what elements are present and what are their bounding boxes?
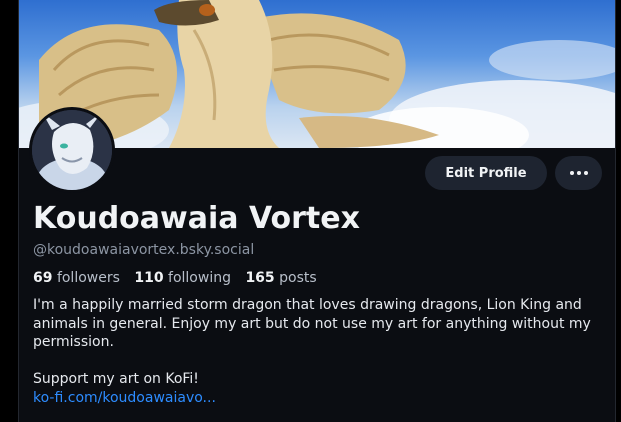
following-label: following — [168, 270, 231, 286]
edit-profile-button[interactable]: Edit Profile — [425, 156, 547, 190]
more-options-button[interactable] — [555, 156, 602, 190]
posts-stat: 165 posts — [245, 270, 316, 286]
bio-kofi-text: Support my art on KoFi! — [33, 371, 199, 387]
followers-stat[interactable]: 69 followers — [33, 270, 120, 286]
profile-stats: 69 followers 110 following 165 posts — [33, 270, 327, 286]
posts-label: posts — [279, 270, 317, 286]
bio-text: I'm a happily married storm dragon that … — [33, 297, 591, 350]
profile-panel: Edit Profile Koudoawaia Vortex @koudoawa… — [18, 0, 616, 422]
display-name: Koudoawaia Vortex — [33, 201, 360, 236]
avatar-dragon-image — [32, 110, 112, 190]
profile-bio: I'm a happily married storm dragon that … — [33, 296, 593, 407]
banner-artwork — [19, 0, 615, 148]
followers-count: 69 — [33, 270, 53, 286]
profile-banner-image[interactable] — [19, 0, 615, 148]
followers-label: followers — [56, 270, 120, 286]
following-stat[interactable]: 110 following — [134, 270, 231, 286]
ellipsis-icon — [569, 171, 588, 175]
posts-count: 165 — [245, 270, 275, 286]
following-count: 110 — [134, 270, 164, 286]
kofi-link[interactable]: ko-fi.com/koudoawaiavo... — [33, 390, 216, 406]
profile-avatar[interactable] — [29, 107, 115, 193]
profile-handle: @koudoawaiavortex.bsky.social — [33, 242, 255, 258]
